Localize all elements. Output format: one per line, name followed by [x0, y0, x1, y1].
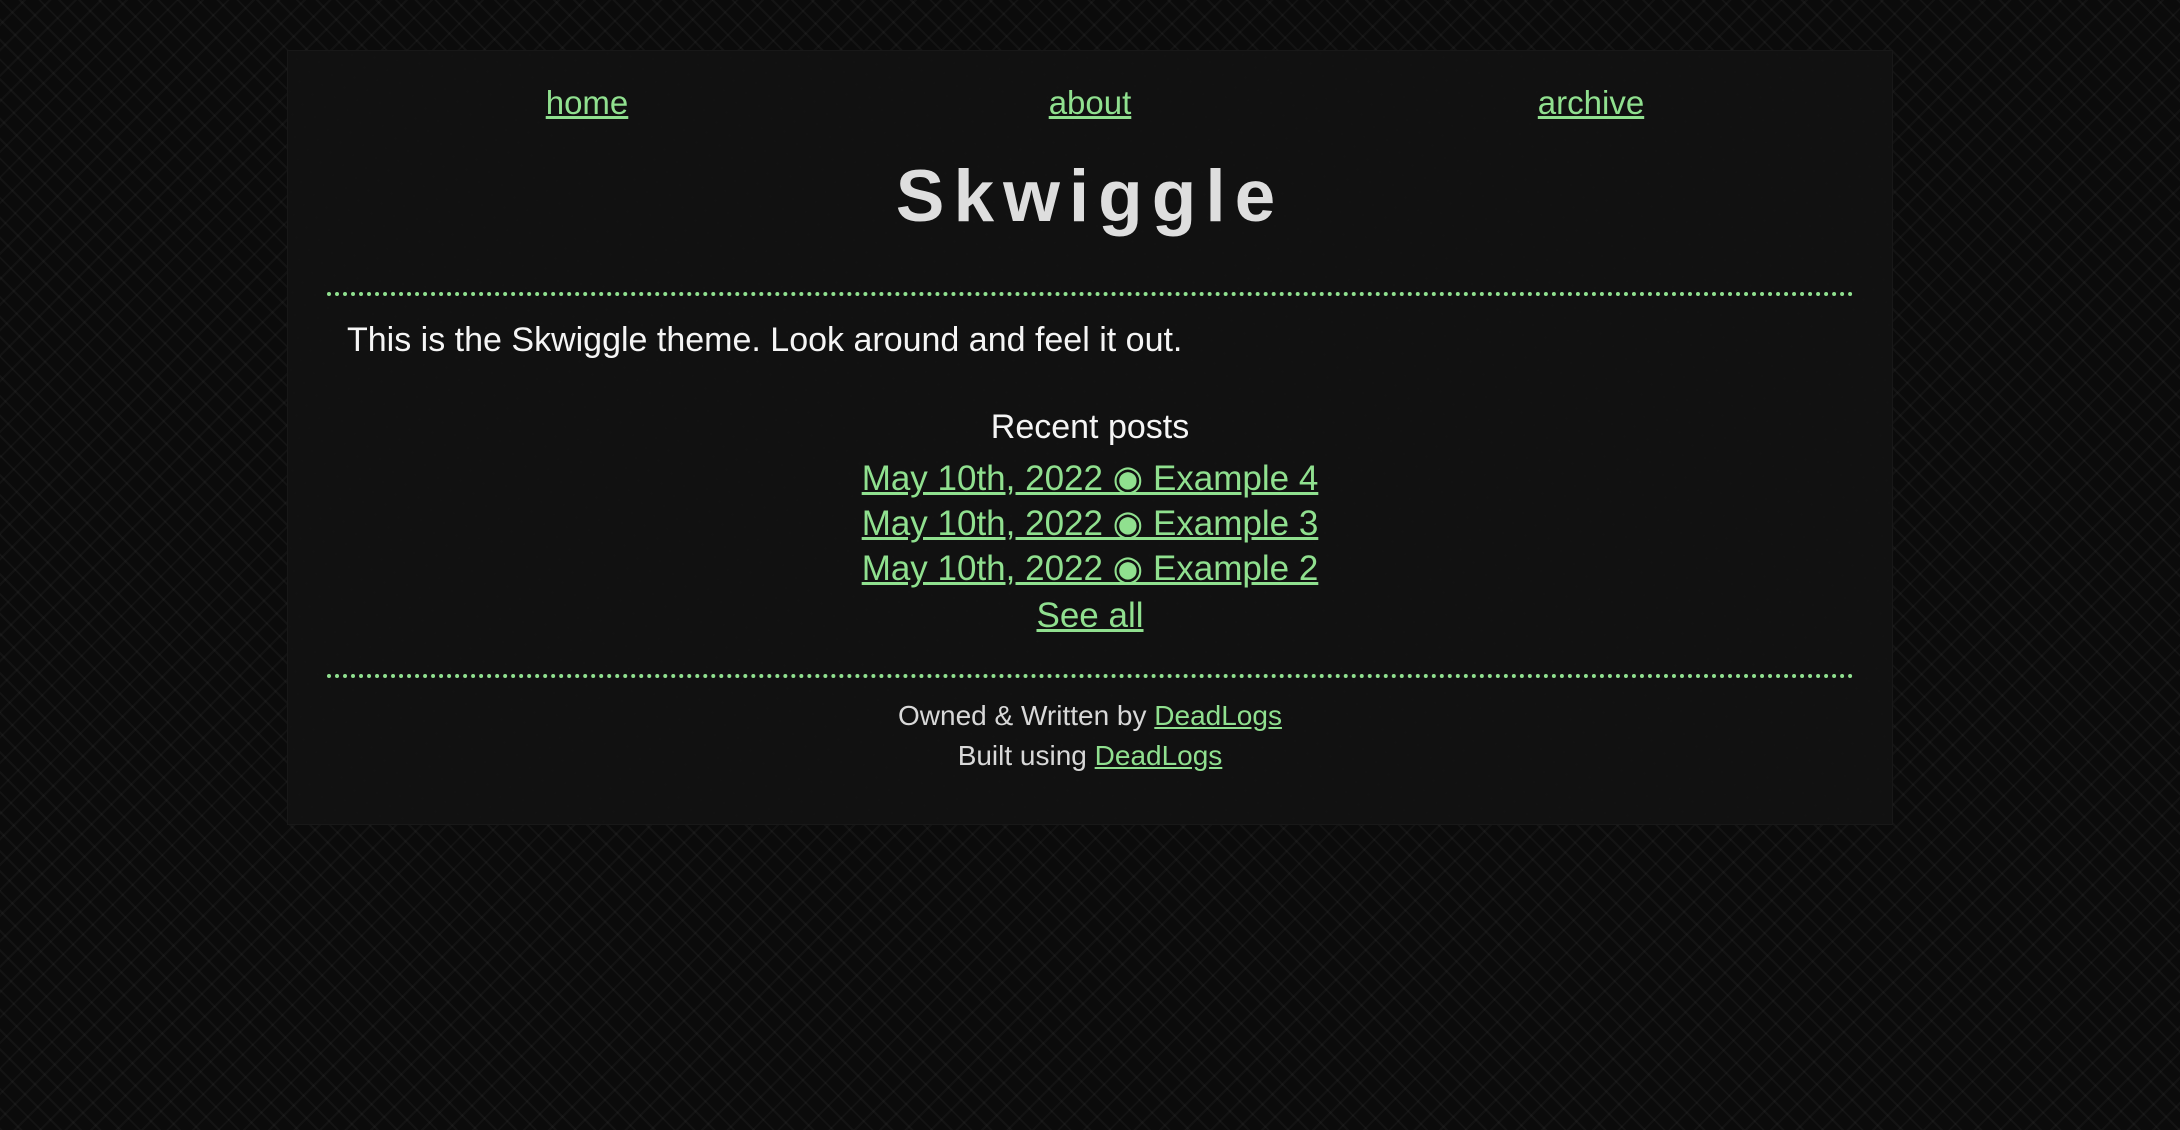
recent-posts-heading: Recent posts	[990, 408, 1190, 446]
nav-link-about[interactable]: about	[1049, 86, 1132, 119]
owned-prefix: Owned & Written by	[898, 700, 1147, 731]
site-footer: Owned & Written by DeadLogs Built using …	[287, 696, 1893, 776]
owned-by-link[interactable]: DeadLogs	[1154, 700, 1282, 731]
site-title: Skwiggle	[895, 156, 1285, 237]
bottom-dotted-divider	[327, 674, 1854, 678]
top-navigation: home about archive	[287, 86, 1893, 136]
built-using-link[interactable]: DeadLogs	[1095, 740, 1223, 771]
intro-text: This is the Skwiggle theme. Look around …	[347, 321, 1183, 359]
built-line: Built using DeadLogs	[287, 736, 1893, 776]
recent-posts-section: Recent posts May 10th, 2022 ◉ Example 4 …	[287, 410, 1893, 638]
see-all-link[interactable]: See all	[1036, 593, 1143, 638]
top-dotted-divider	[327, 292, 1854, 296]
built-prefix: Built using	[957, 740, 1087, 771]
nav-link-archive[interactable]: archive	[1538, 86, 1644, 119]
recent-post-link[interactable]: May 10th, 2022 ◉ Example 3	[862, 501, 1319, 546]
owned-line: Owned & Written by DeadLogs	[287, 696, 1893, 736]
nav-link-home[interactable]: home	[546, 86, 629, 119]
recent-post-link[interactable]: May 10th, 2022 ◉ Example 2	[862, 546, 1319, 591]
recent-post-link[interactable]: May 10th, 2022 ◉ Example 4	[862, 456, 1319, 501]
page-container: home about archive Skwiggle This is the …	[287, 50, 1893, 825]
